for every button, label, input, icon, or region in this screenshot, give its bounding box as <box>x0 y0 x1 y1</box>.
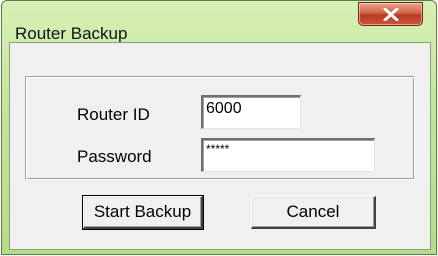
router-backup-dialog: Router Backup Router ID 6000 Password **… <box>1 0 437 255</box>
close-button[interactable] <box>358 2 423 26</box>
router-id-label: Router ID <box>77 105 150 124</box>
router-id-input[interactable]: 6000 <box>201 95 301 129</box>
cancel-button[interactable]: Cancel <box>251 196 376 229</box>
dialog-client-area: Router ID 6000 Password ***** Start Back… <box>9 42 431 250</box>
close-icon <box>383 8 399 21</box>
title-bar[interactable]: Router Backup <box>2 1 436 43</box>
password-label: Password <box>77 147 152 166</box>
window-title: Router Backup <box>15 24 128 43</box>
start-backup-button[interactable]: Start Backup <box>82 195 204 230</box>
password-input[interactable]: ***** <box>201 138 375 172</box>
